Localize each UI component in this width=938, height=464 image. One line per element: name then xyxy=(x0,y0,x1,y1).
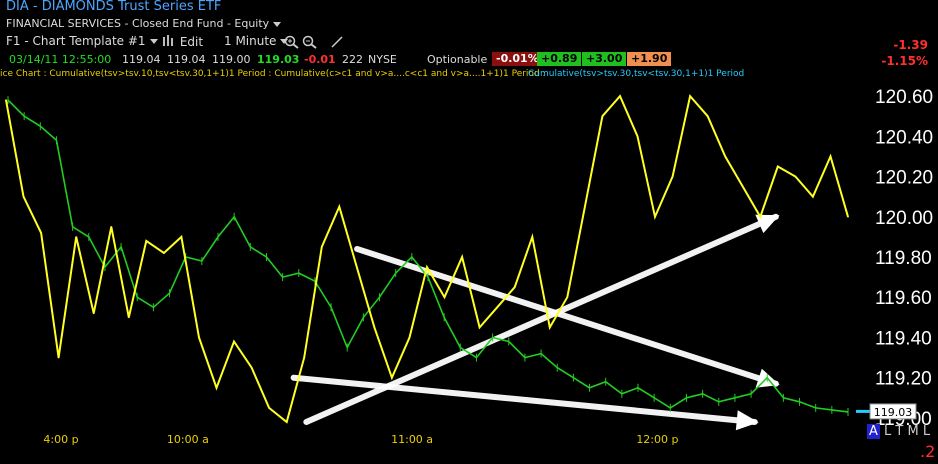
indicator-point xyxy=(426,266,428,268)
indicator-point xyxy=(671,175,674,178)
indicator-point xyxy=(373,326,376,329)
trendline-arrow xyxy=(303,213,779,425)
indicator-point xyxy=(724,155,727,158)
indicator-point xyxy=(689,95,691,97)
indicator-point xyxy=(531,236,534,238)
indicator-point xyxy=(654,215,656,218)
indicator-point xyxy=(601,115,604,117)
indicator-point xyxy=(303,356,306,359)
indicator-point xyxy=(110,226,113,228)
indicator-point xyxy=(215,386,218,389)
indicator-point xyxy=(127,316,130,319)
indicator-point xyxy=(741,185,744,188)
indicator-point xyxy=(285,421,288,423)
indicator-point xyxy=(461,256,463,258)
indicator-point xyxy=(619,95,621,97)
indicator-point xyxy=(496,306,498,309)
y-tick-label: 119.80 xyxy=(875,248,932,269)
indicator-point xyxy=(250,366,253,369)
indicator-point xyxy=(829,155,832,158)
x-tick-label: 10:00 a xyxy=(167,433,209,446)
indicator-point xyxy=(268,407,270,409)
indicator-point xyxy=(198,336,200,339)
indicator-point xyxy=(57,356,60,359)
last-price-label: 119.03 xyxy=(874,406,913,419)
indicator-point xyxy=(777,165,779,168)
indicator-point xyxy=(706,115,709,117)
indicator-point xyxy=(145,240,148,242)
indicator-point xyxy=(22,195,25,198)
x-tick-label: 4:00 p xyxy=(43,433,78,446)
x-tick-label: 12:00 p xyxy=(636,433,678,446)
trendline-arrow xyxy=(354,245,779,387)
x-tick-label: 11:00 a xyxy=(391,433,433,446)
indicator-point xyxy=(40,232,42,234)
mode-active[interactable]: A xyxy=(867,424,880,439)
indicator-series-line xyxy=(5,93,849,424)
y-tick-label: 119.60 xyxy=(875,288,932,309)
indicator-point xyxy=(92,312,95,315)
indicator-point xyxy=(408,336,411,339)
indicator-point xyxy=(75,236,77,238)
corner-value: .2 xyxy=(920,442,936,461)
display-mode-bar: A L T M L xyxy=(867,424,930,439)
y-tick-label: 120.20 xyxy=(875,168,933,189)
last-price-marker xyxy=(856,409,870,413)
mode-options[interactable]: L T M L xyxy=(884,424,930,439)
indicator-point xyxy=(478,326,481,329)
indicator-point xyxy=(338,205,341,208)
indicator-point xyxy=(548,326,551,329)
indicator-point xyxy=(847,215,849,218)
price-chart[interactable]: 120.60 120.40 120.20 120.00 119.80 119.60 119.… xyxy=(0,0,938,464)
indicator-point xyxy=(584,205,586,208)
indicator-point xyxy=(794,175,797,178)
indicator-point xyxy=(513,286,516,288)
y-tick-label: 120.60 xyxy=(875,87,933,108)
indicator-point xyxy=(636,135,639,138)
indicator-point xyxy=(812,195,814,198)
indicator-point xyxy=(180,236,183,238)
indicator-point xyxy=(163,252,165,254)
y-tick-label: 119.20 xyxy=(875,369,932,390)
indicator-point xyxy=(356,266,358,268)
y-tick-label: 120.40 xyxy=(875,127,933,148)
indicator-point xyxy=(443,296,446,299)
indicator-point xyxy=(320,246,323,248)
y-tick-label: 119.40 xyxy=(875,328,932,349)
indicator-point xyxy=(566,296,569,299)
indicator-point xyxy=(759,215,762,218)
y-tick-label: 120.00 xyxy=(875,208,933,229)
indicator-point xyxy=(5,99,7,101)
indicator-point xyxy=(233,340,235,343)
indicator-point xyxy=(391,376,393,379)
